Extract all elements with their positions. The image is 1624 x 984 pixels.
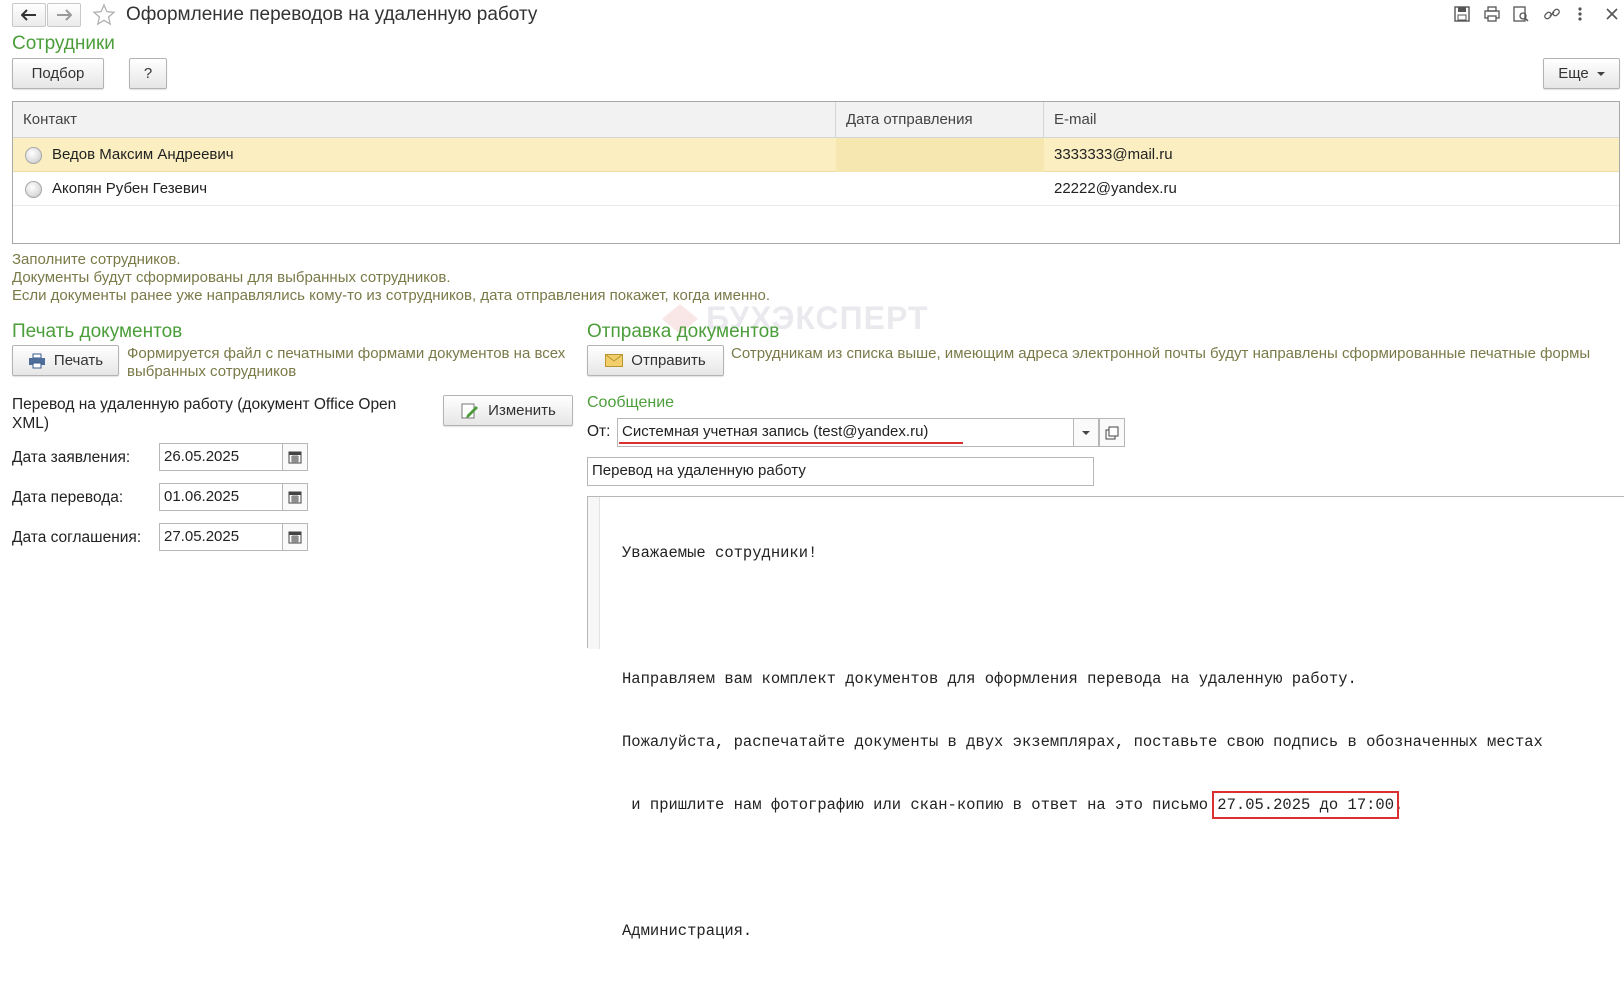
arrow-left-icon: [21, 9, 36, 21]
message-signature: Администрация.: [622, 922, 753, 940]
message-greeting: Уважаемые сотрудники!: [622, 544, 818, 562]
table-row[interactable]: Акопян Рубен Гезевич 22222@yandex.ru: [13, 172, 1619, 206]
from-dropdown-button[interactable]: [1073, 418, 1099, 447]
from-label: От:: [587, 423, 611, 440]
subject-field[interactable]: Перевод на удаленную работу: [587, 457, 1094, 486]
edit-document-icon: [461, 403, 479, 418]
help-button[interactable]: ?: [129, 58, 167, 89]
message-line: Пожалуйста, распечатайте документы в дву…: [622, 733, 1543, 751]
edit-button-label: Изменить: [488, 402, 556, 419]
deadline-highlight: 27.05.2025 до 17:00: [1212, 791, 1400, 819]
forward-button[interactable]: [47, 3, 81, 27]
statement-date-label: Дата заявления:: [12, 449, 131, 466]
arrow-right-icon: [57, 9, 72, 21]
printer-icon: [28, 353, 45, 368]
statement-date-calendar-button[interactable]: [282, 443, 308, 471]
more-vertical-icon[interactable]: [1576, 5, 1584, 27]
select-button[interactable]: Подбор: [12, 58, 104, 89]
message-text: Уважаемые сотрудники! Направляем вам ком…: [622, 501, 1543, 984]
back-button[interactable]: [12, 3, 46, 27]
email-cell: 3333333@mail.ru: [1054, 146, 1173, 163]
send-button-label: Отправить: [631, 352, 706, 369]
send-button[interactable]: Отправить: [587, 345, 724, 376]
print-hint: Формируется файл с печатными формами док…: [127, 345, 566, 380]
preview-icon[interactable]: [1512, 5, 1530, 27]
message-line-end: .: [1394, 796, 1404, 814]
transfer-date-calendar-button[interactable]: [282, 483, 308, 511]
message-line-text: и пришлите нам фотографию или скан-копию…: [622, 796, 1218, 814]
calendar-icon: [288, 451, 302, 464]
email-cell: 22222@yandex.ru: [1054, 180, 1177, 197]
column-header-contact[interactable]: Контакт: [13, 102, 836, 138]
send-hint: Сотрудникам из списка выше, имеющим адре…: [731, 345, 1591, 362]
table-row[interactable]: Ведов Максим Андреевич 3333333@mail.ru: [13, 138, 1619, 172]
print-button[interactable]: Печать: [12, 345, 119, 376]
envelope-icon: [605, 354, 624, 367]
more-button[interactable]: Еще: [1543, 58, 1620, 89]
message-line: и пришлите нам фотографию или скан-копию…: [622, 791, 1543, 819]
more-button-label: Еще: [1558, 65, 1589, 82]
message-heading: Сообщение: [587, 394, 675, 411]
contact-cell: Ведов Максим Андреевич: [52, 146, 234, 163]
from-account-value: Системная учетная запись (test@yandex.ru…: [622, 423, 929, 440]
hint-line: Заполните сотрудников.: [12, 251, 181, 268]
column-header-email[interactable]: E-mail: [1044, 102, 1619, 138]
transfer-date-label: Дата перевода:: [12, 489, 124, 506]
from-open-button[interactable]: [1099, 418, 1125, 447]
agreement-date-calendar-button[interactable]: [282, 523, 308, 551]
statement-date-field[interactable]: 26.05.2025: [159, 443, 283, 471]
close-icon[interactable]: [1604, 5, 1620, 27]
favorite-star-icon[interactable]: [92, 3, 116, 27]
table-header: Контакт Дата отправления E-mail: [13, 102, 1619, 138]
from-annotation-underline: [619, 442, 963, 444]
save-icon[interactable]: [1453, 5, 1471, 27]
transfer-date-field[interactable]: 01.06.2025: [159, 483, 283, 511]
agreement-date-label: Дата соглашения:: [12, 529, 142, 546]
open-window-icon: [1105, 426, 1119, 439]
contact-cell: Акопян Рубен Гезевич: [52, 180, 208, 197]
message-body[interactable]: Уважаемые сотрудники! Направляем вам ком…: [587, 496, 1624, 940]
calendar-icon: [288, 531, 302, 544]
print-icon[interactable]: [1483, 5, 1501, 27]
column-header-send-date[interactable]: Дата отправления: [836, 102, 1044, 138]
employees-hint: Заполните сотрудников. Документы будут с…: [12, 251, 1012, 305]
document-label: Перевод на удаленную работу (документ Of…: [12, 396, 397, 432]
print-button-label: Печать: [53, 352, 104, 369]
employees-heading: Сотрудники: [12, 33, 115, 54]
hint-line: Документы будут сформированы для выбранн…: [12, 269, 451, 286]
send-date-cell: [836, 172, 1044, 206]
agreement-date-field[interactable]: 27.05.2025: [159, 523, 283, 551]
link-icon[interactable]: [1543, 5, 1561, 27]
print-heading: Печать документов: [12, 321, 183, 342]
edit-button[interactable]: Изменить: [443, 395, 573, 426]
body-left-gutter: [588, 497, 600, 649]
window-title: Оформление переводов на удаленную работу: [126, 4, 538, 25]
caret-down-icon: [1596, 71, 1605, 76]
row-status-icon: [25, 181, 42, 198]
message-line: Направляем вам комплект документов для о…: [622, 670, 1357, 688]
send-heading: Отправка документов: [587, 321, 780, 342]
row-status-icon: [25, 147, 42, 164]
send-date-cell: [836, 138, 1044, 172]
calendar-icon: [288, 491, 302, 504]
caret-down-icon: [1082, 430, 1090, 435]
employees-table: Контакт Дата отправления E-mail Ведов Ма…: [12, 101, 1620, 244]
